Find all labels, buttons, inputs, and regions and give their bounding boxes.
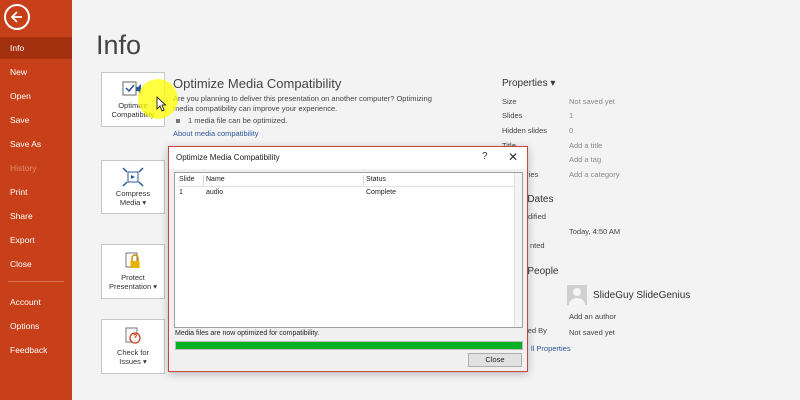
nav-new[interactable]: New: [0, 61, 72, 83]
property-value: 0: [569, 126, 574, 135]
created-value: Today, 4:50 AM: [569, 227, 621, 236]
protect-presentation-button[interactable]: Protect Presentation ▾: [101, 244, 165, 299]
optimization-status: Media files are now optimized for compat…: [175, 330, 320, 337]
nav-export[interactable]: Export: [0, 229, 72, 251]
mouse-pointer-icon: [156, 96, 166, 112]
column-header-name[interactable]: Name: [206, 176, 225, 186]
progress-bar: [175, 341, 523, 350]
row-slide: 1: [179, 189, 183, 196]
last-modified-by-value: Not saved yet: [569, 328, 615, 337]
add-author-link[interactable]: Add an author: [569, 312, 616, 321]
property-value[interactable]: Add a title: [569, 141, 602, 150]
header-divider: [177, 186, 520, 187]
nav-close[interactable]: Close: [0, 253, 72, 275]
tile-label: Presentation ▾: [109, 282, 157, 291]
nav-info[interactable]: Info: [0, 37, 72, 59]
property-value[interactable]: Add a category: [569, 170, 619, 179]
dialog-titlebar[interactable]: Optimize Media Compatibility ? ✕: [169, 147, 527, 169]
lock-icon: [125, 252, 140, 268]
property-slides: Slides 1: [502, 111, 762, 123]
check-for-issues-button[interactable]: Check for Issues ▾: [101, 319, 165, 374]
back-button[interactable]: [4, 4, 30, 30]
close-icon[interactable]: ✕: [508, 150, 518, 164]
progress-fill: [176, 342, 522, 349]
page-title: Info: [96, 30, 142, 60]
row-status: Complete: [366, 189, 396, 196]
nav-open[interactable]: Open: [0, 85, 72, 107]
property-hidden-slides: Hidden slides 0: [502, 126, 762, 138]
tile-label: Media ▾: [119, 198, 147, 207]
nav-save-as[interactable]: Save As: [0, 133, 72, 155]
nav-save[interactable]: Save: [0, 109, 72, 131]
nav-history: History: [10, 163, 37, 173]
property-key: Size: [502, 97, 517, 106]
property-title[interactable]: Title Add a title: [502, 141, 762, 153]
tile-label: Compress: [115, 189, 151, 198]
media-count-note: 1 media file can be optimized.: [176, 116, 287, 125]
compress-media-icon: [122, 167, 144, 187]
tile-label: Check for: [116, 348, 150, 357]
media-list[interactable]: Slide Name Status 1 audio Complete: [174, 172, 523, 328]
property-tags[interactable]: Tags Add a tag: [502, 155, 762, 167]
nav-account[interactable]: Account: [0, 291, 72, 313]
created-label: nted: [530, 241, 545, 250]
about-media-compatibility-link[interactable]: About media compatibility: [173, 129, 258, 138]
person-icon: [569, 288, 585, 305]
column-divider: [203, 175, 204, 186]
nav-divider: [8, 281, 64, 282]
media-count-text: 1 media file can be optimized.: [188, 116, 288, 125]
nav-share[interactable]: Share: [0, 205, 72, 227]
property-key: Slides: [502, 111, 523, 120]
dialog-title: Optimize Media Compatibility: [176, 153, 280, 162]
row-name: audio: [206, 189, 224, 196]
property-value: Not saved yet: [569, 97, 615, 106]
optimize-description: Are you planning to deliver this present…: [173, 94, 432, 103]
column-header-slide[interactable]: Slide: [179, 176, 195, 186]
optimize-media-dialog: Optimize Media Compatibility ? ✕ Slide N…: [168, 146, 528, 372]
backstage-sidebar: Info New Open Save Save As History Print…: [0, 0, 72, 400]
property-value: 1: [569, 111, 574, 120]
help-button[interactable]: ?: [482, 151, 488, 162]
property-value[interactable]: Add a tag: [569, 155, 601, 164]
avatar: [567, 285, 587, 305]
check-issues-icon: [125, 327, 141, 344]
show-all-properties-link[interactable]: ll Properties: [531, 344, 571, 353]
list-scrollbar[interactable]: [514, 173, 522, 327]
properties-dropdown[interactable]: Properties ▾: [502, 78, 555, 89]
nav-feedback[interactable]: Feedback: [0, 339, 72, 361]
bullet-icon: [176, 119, 180, 124]
column-divider: [363, 175, 364, 186]
author-name: SlideGuy SlideGenius: [593, 290, 691, 301]
column-header-status[interactable]: Status: [366, 176, 386, 186]
property-size: Size Not saved yet: [502, 97, 762, 109]
nav-print[interactable]: Print: [0, 181, 72, 203]
back-arrow-icon: [10, 11, 22, 23]
tile-label: Issues ▾: [119, 357, 147, 366]
property-categories[interactable]: Categories Add a category: [502, 170, 762, 182]
optimize-section-title: Optimize Media Compatibility: [173, 76, 342, 91]
close-button[interactable]: Close: [468, 353, 522, 367]
property-key: Hidden slides: [502, 126, 548, 135]
compress-media-button[interactable]: Compress Media ▾: [101, 160, 165, 214]
tile-label: Protect: [121, 273, 145, 282]
optimize-description: media compatibility can improve your exp…: [173, 104, 338, 113]
last-modified-label: dified: [528, 212, 546, 221]
nav-options[interactable]: Options: [0, 315, 72, 337]
